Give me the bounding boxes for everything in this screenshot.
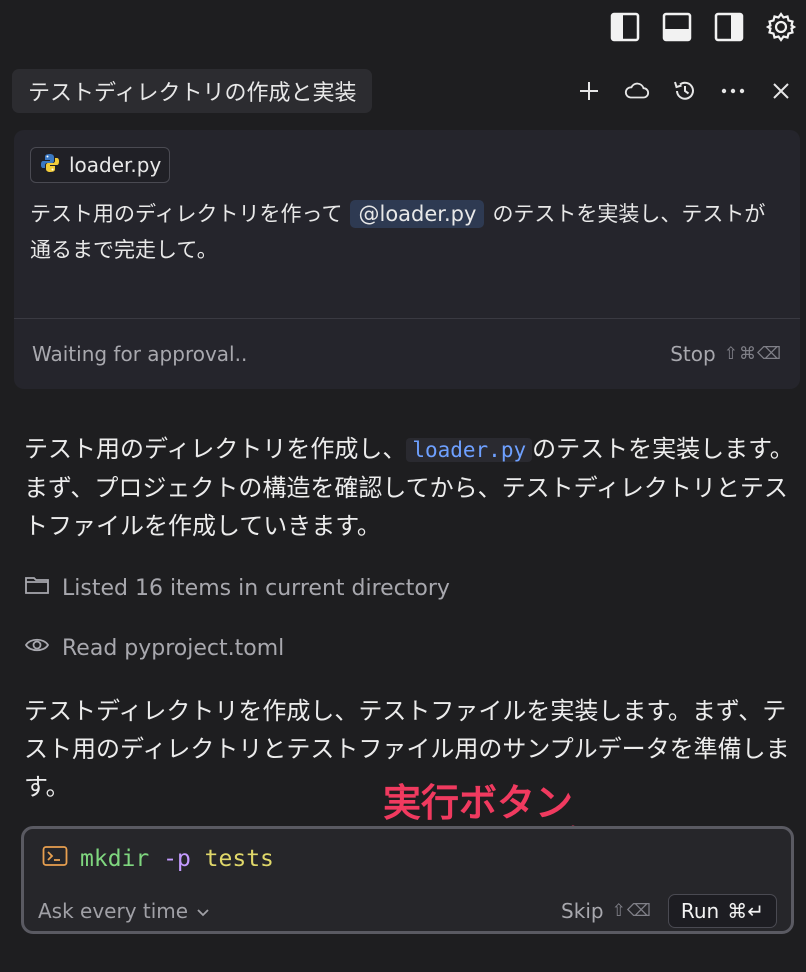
skip-shortcut: ⇧⌫ [611, 901, 652, 921]
file-chip[interactable]: loader.py [30, 147, 171, 183]
close-icon[interactable] [768, 78, 794, 104]
terminal-command: mkdir -p tests [42, 845, 274, 873]
cloud-icon[interactable] [624, 78, 650, 104]
tool-read-row[interactable]: Read pyproject.toml [24, 634, 284, 662]
approval-mode-label: Ask every time [38, 899, 189, 923]
skip-label: Skip [561, 899, 604, 923]
request-message: テスト用のディレクトリを作って @loader.py のテストを実装し、テストが通る… [30, 196, 780, 268]
command-flag: -p [163, 846, 191, 872]
para1-before: テスト用のディレクトリを作成し、 [24, 435, 407, 463]
run-label: Run [680, 899, 720, 923]
terminal-icon [42, 845, 68, 873]
command-name: mkdir [80, 846, 150, 872]
toggle-bottom-panel-icon[interactable] [660, 10, 694, 44]
top-toolbar [608, 10, 798, 44]
request-card: loader.py テスト用のディレクトリを作って @loader.py のテストを… [14, 130, 800, 389]
file-chip-label: loader.py [69, 153, 162, 177]
assistant-message-1: テスト用のディレクトリを作成し、 loader.py のテストを実装します。まず、プ… [24, 430, 796, 545]
skip-button[interactable]: Skip ⇧⌫ [561, 899, 652, 923]
stop-shortcut: ⇧⌘⌫ [723, 344, 782, 364]
approval-mode-dropdown[interactable]: Ask every time [38, 899, 210, 923]
stop-label: Stop [670, 342, 716, 366]
request-text-before: テスト用のディレクトリを作って [30, 202, 343, 226]
run-button[interactable]: Run ⌘↵ [667, 894, 777, 928]
tool-read-label: Read pyproject.toml [62, 635, 285, 661]
terminal-command-card: mkdir -p tests Ask every time Skip ⇧⌫ Ru… [21, 826, 794, 934]
tool-list-label: Listed 16 items in current directory [62, 575, 450, 601]
toggle-right-panel-icon[interactable] [712, 10, 746, 44]
chat-panel: テストディレクトリの作成と実装 loader.py テスト用のディレクトリを作っ… [0, 0, 806, 972]
settings-gear-icon[interactable] [764, 10, 798, 44]
folder-icon [24, 574, 50, 602]
status-row: Waiting for approval.. Stop ⇧⌘⌫ [14, 319, 800, 389]
status-text: Waiting for approval.. [32, 342, 248, 366]
chat-header: テストディレクトリの作成と実装 [12, 69, 794, 113]
tool-list-row[interactable]: Listed 16 items in current directory [24, 574, 450, 602]
inline-code: loader.py [406, 438, 533, 462]
chat-title[interactable]: テストディレクトリの作成と実装 [12, 69, 373, 113]
annotation-label: 実行ボタン [383, 781, 574, 825]
run-shortcut: ⌘↵ [727, 899, 764, 923]
command-arg: tests [204, 846, 274, 872]
header-actions [576, 78, 794, 104]
eye-icon [24, 634, 50, 662]
terminal-footer: Ask every time Skip ⇧⌫ Run ⌘↵ [38, 893, 777, 929]
more-icon[interactable] [720, 78, 746, 104]
stop-button[interactable]: Stop ⇧⌘⌫ [670, 342, 782, 366]
history-icon[interactable] [672, 78, 698, 104]
file-mention[interactable]: @loader.py [350, 200, 485, 228]
chevron-down-icon [196, 899, 210, 923]
python-icon [39, 152, 61, 179]
toggle-left-panel-icon[interactable] [608, 10, 642, 44]
new-chat-icon[interactable] [576, 78, 602, 104]
